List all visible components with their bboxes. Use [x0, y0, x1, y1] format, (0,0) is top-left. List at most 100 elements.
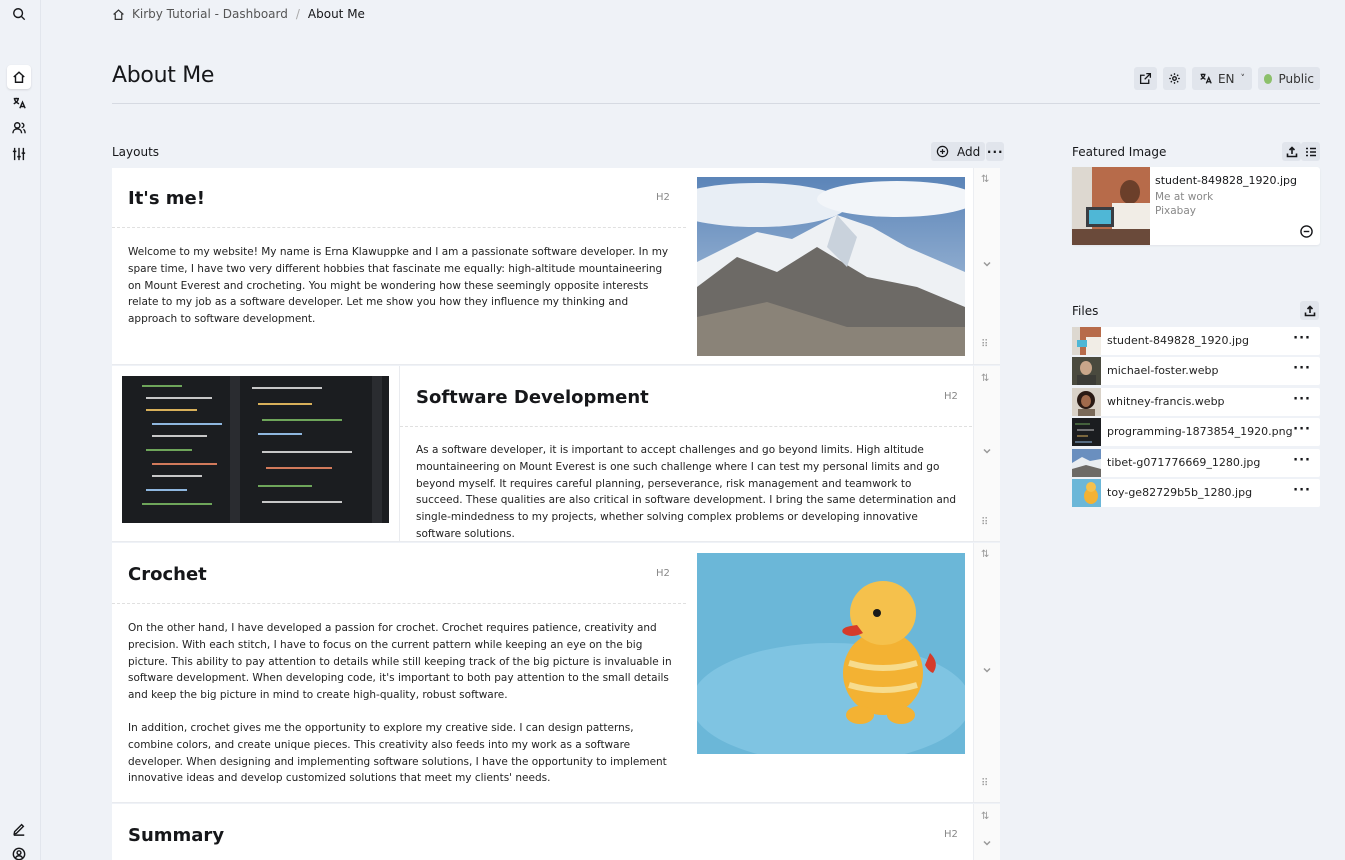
file-row[interactable]: tibet-g071776669_1280.jpg ···: [1072, 449, 1320, 477]
file-name: whitney-francis.webp: [1107, 395, 1225, 408]
layout-handle[interactable]: ⇅ ⠿: [973, 366, 1000, 541]
featured-source: Pixabay: [1155, 205, 1196, 217]
block-heading[interactable]: Software Development: [416, 387, 649, 408]
programming-image[interactable]: [122, 376, 389, 523]
file-row[interactable]: whitney-francis.webp ···: [1072, 388, 1320, 416]
file-thumbnail: [1072, 327, 1101, 355]
block-heading[interactable]: Summary: [128, 825, 224, 846]
files-label: Files: [1072, 304, 1099, 318]
block-text[interactable]: Welcome to my website! My name is Erna K…: [128, 244, 678, 328]
file-row[interactable]: toy-ge82729b5b_1280.jpg ···: [1072, 479, 1320, 507]
upload-files-button[interactable]: [1300, 301, 1319, 320]
layout-row: Software Development H2 As a software de…: [112, 366, 1000, 542]
file-options-button[interactable]: ···: [1293, 392, 1311, 407]
heading-level[interactable]: H2: [656, 192, 670, 203]
chevron-down-icon[interactable]: [981, 258, 993, 270]
chevron-down-icon: ˅: [1240, 73, 1246, 84]
site-icon[interactable]: [7, 65, 31, 89]
translate-icon: [1200, 73, 1212, 84]
breadcrumb: Kirby Tutorial - Dashboard / About Me: [112, 6, 365, 22]
remove-icon[interactable]: [1300, 225, 1313, 238]
heading-level[interactable]: H2: [944, 391, 958, 402]
system-icon[interactable]: [7, 142, 31, 166]
file-options-button[interactable]: ···: [1293, 361, 1311, 376]
sort-icon[interactable]: ⇅: [981, 374, 989, 384]
layout-row: It's me! H2 Welcome to my website! My na…: [112, 168, 1000, 365]
heading-level[interactable]: H2: [944, 829, 958, 840]
sort-icon[interactable]: ⇅: [981, 175, 989, 185]
heading-level[interactable]: H2: [656, 568, 670, 579]
file-name: tibet-g071776669_1280.jpg: [1107, 456, 1261, 469]
file-row[interactable]: programming-1873854_1920.png ···: [1072, 418, 1320, 446]
breadcrumb-home[interactable]: Kirby Tutorial - Dashboard: [132, 7, 288, 21]
drag-icon[interactable]: ⠿: [981, 340, 988, 350]
file-name: student-849828_1920.jpg: [1107, 334, 1250, 347]
home-icon: [113, 8, 124, 20]
users-icon[interactable]: [7, 116, 31, 140]
file-thumbnail: [1072, 388, 1101, 416]
layout-row: Summary H2 ⇅: [112, 804, 1000, 860]
crochet-duck-image[interactable]: [697, 553, 965, 754]
header-divider: [112, 103, 1320, 104]
add-icon: [936, 145, 949, 158]
file-options-button[interactable]: ···: [1293, 453, 1311, 468]
file-row[interactable]: student-849828_1920.jpg ···: [1072, 327, 1320, 355]
block-text[interactable]: On the other hand, I have developed a pa…: [128, 620, 678, 704]
file-name: michael-foster.webp: [1107, 364, 1219, 377]
status-label: Public: [1278, 71, 1314, 86]
external-link-icon: [1139, 72, 1152, 85]
chevron-down-icon[interactable]: [981, 664, 993, 676]
checklist-icon: [1305, 147, 1316, 156]
language-code: EN: [1217, 71, 1235, 86]
file-options-button[interactable]: ···: [1293, 331, 1311, 346]
file-row[interactable]: michael-foster.webp ···: [1072, 357, 1320, 385]
file-thumbnail: [1072, 449, 1101, 477]
status-dot-icon: [1264, 73, 1273, 84]
file-thumbnail: [1072, 357, 1101, 385]
chevron-down-icon[interactable]: [981, 445, 993, 457]
add-layout-button[interactable]: Add: [931, 142, 986, 161]
drag-icon[interactable]: ⠿: [981, 779, 988, 789]
settings-button[interactable]: [1163, 67, 1186, 90]
layout-handle[interactable]: ⇅ ⠿: [973, 168, 1000, 364]
chevron-down-icon[interactable]: [981, 837, 993, 849]
main-menu: [0, 0, 41, 860]
status-button[interactable]: Public: [1258, 67, 1320, 90]
languages-icon[interactable]: [7, 91, 31, 115]
layout-handle[interactable]: ⇅ ⠿: [973, 543, 1000, 802]
open-button[interactable]: [1134, 67, 1157, 90]
language-dropdown[interactable]: EN ˅: [1192, 67, 1252, 90]
featured-image-card[interactable]: student-849828_1920.jpg Me at work Pixab…: [1072, 167, 1320, 245]
search-icon[interactable]: [7, 2, 31, 26]
upload-button[interactable]: [1282, 142, 1301, 161]
upload-icon: [1304, 304, 1315, 316]
edit-icon[interactable]: [7, 817, 31, 841]
block-text[interactable]: In addition, crochet gives me the opport…: [128, 720, 673, 787]
add-label: Add: [957, 144, 981, 159]
sort-icon[interactable]: ⇅: [981, 812, 989, 822]
featured-thumbnail: [1072, 167, 1150, 245]
file-name: toy-ge82729b5b_1280.jpg: [1107, 486, 1253, 499]
layout-handle[interactable]: ⇅: [973, 804, 1000, 860]
featured-filename: student-849828_1920.jpg: [1155, 174, 1298, 187]
file-options-button[interactable]: ···: [1293, 483, 1311, 498]
account-icon[interactable]: [7, 842, 31, 860]
sort-icon[interactable]: ⇅: [981, 550, 989, 560]
block-heading[interactable]: Crochet: [128, 564, 207, 585]
block-heading[interactable]: It's me!: [128, 188, 205, 209]
file-options-button[interactable]: ···: [1293, 422, 1311, 437]
layouts-options-button[interactable]: ···: [986, 142, 1005, 161]
layouts-label: Layouts: [112, 145, 160, 159]
featured-caption: Me at work: [1155, 191, 1214, 203]
featured-image-label: Featured Image: [1072, 145, 1167, 159]
block-text[interactable]: As a software developer, it is important…: [416, 442, 961, 543]
breadcrumb-current[interactable]: About Me: [308, 7, 365, 21]
everest-image[interactable]: [697, 177, 965, 356]
file-thumbnail: [1072, 418, 1101, 446]
upload-icon: [1286, 145, 1297, 157]
file-name: programming-1873854_1920.png: [1107, 425, 1293, 438]
select-button[interactable]: [1301, 142, 1320, 161]
drag-icon[interactable]: ⠿: [981, 518, 988, 528]
file-thumbnail: [1072, 479, 1101, 507]
page-actions: EN ˅ Public: [1134, 67, 1320, 90]
